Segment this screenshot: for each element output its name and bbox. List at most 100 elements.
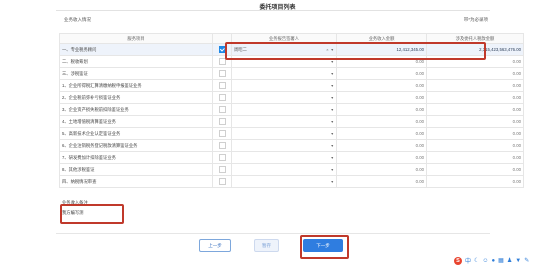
table-row: 三、涉税鉴证 ▼ 0.00 0.00 [59,67,524,80]
revenue-amount-input[interactable]: 0.00 [336,91,427,104]
row-checkbox[interactable] [218,142,226,149]
chevron-down-icon[interactable]: ▼ [331,96,334,100]
revenue-amount-input[interactable]: 0.00 [336,127,427,140]
service-item-name: 8、其他涉税鉴证 [59,163,213,176]
row-checkbox[interactable] [218,118,226,125]
select-controls: ▼ [331,143,334,148]
revenue-amount-input[interactable]: 0.00 [336,67,427,80]
report-signer-cell: ▼ [231,91,337,104]
chevron-down-icon[interactable]: ▼ [331,48,334,52]
tax-amount-input[interactable]: 0.00 [426,163,524,176]
table-row: 5、高新技术企业认定鉴证业务 ▼ 0.00 0.00 [59,127,524,140]
next-step-button[interactable]: 下一步 [303,239,343,252]
chinese-mode-icon[interactable]: 中 [465,256,471,265]
chevron-down-icon[interactable]: ▼ [331,132,334,136]
revenue-amount-input[interactable]: 0.00 [336,139,427,152]
select-controls: ▼ [331,95,334,100]
report-signer-select[interactable]: 周昭二 × ▼ [234,46,334,54]
revenue-amount-input[interactable]: 0.00 [336,163,427,176]
chevron-down-icon[interactable]: ▼ [331,156,334,160]
tax-amount-input[interactable]: 0.00 [426,79,524,92]
revenue-amount-input[interactable]: 0.00 [336,55,427,68]
report-signer-select[interactable]: ▼ [234,94,334,102]
service-item-name: 5、高新技术企业认定鉴证业务 [59,127,213,140]
report-signer-select[interactable]: ▼ [234,106,334,114]
report-signer-select[interactable]: ▼ [234,178,334,186]
mic-icon[interactable]: ● [492,258,496,264]
row-checkbox[interactable] [218,154,226,161]
chevron-down-icon[interactable]: ▼ [331,180,334,184]
required-note: 带*为必录项 [463,17,488,22]
row-checkbox[interactable] [218,70,226,77]
chevron-down-icon[interactable]: ▼ [331,72,334,76]
service-item-name: 2、企业税前弥补亏损鉴证业务 [59,91,213,104]
row-checkbox[interactable] [218,82,226,89]
select-controls: ▼ [331,179,334,184]
revenue-amount-input[interactable]: 12,412,345.00 [336,43,427,56]
header-revenue: 业务收入金额 [336,33,427,44]
smile-icon[interactable]: ☺ [482,258,488,264]
tax-amount-input[interactable]: 0.00 [426,175,524,188]
report-signer-select[interactable]: ▼ [234,130,334,138]
service-item-name: 7、研发费加计扣除鉴证业务 [59,151,213,164]
table-row: 8、其他涉税鉴证 ▼ 0.00 0.00 [59,163,524,176]
row-checkbox[interactable] [218,166,226,173]
tax-amount-input[interactable]: 2,315,423,563,476.00 [426,43,524,56]
service-item-name: 3、企业资产损失税前扣除鉴证业务 [59,103,213,116]
report-signer-select[interactable]: ▼ [234,58,334,66]
tax-amount-input[interactable]: 0.00 [426,151,524,164]
tax-amount-input[interactable]: 0.00 [426,67,524,80]
chevron-down-icon[interactable]: ▼ [331,84,334,88]
select-controls: ▼ [331,131,334,136]
report-signer-select[interactable]: ▼ [234,142,334,150]
tax-amount-input[interactable]: 0.00 [426,115,524,128]
report-signer-cell: ▼ [231,175,337,188]
chevron-down-icon[interactable]: ▼ [331,60,334,64]
chevron-down-icon[interactable]: ▼ [331,108,334,112]
revenue-amount-input[interactable]: 0.00 [336,115,427,128]
ime-toolbar[interactable]: S 中 ☾ ☺ ● ▦ ♟ ▼ ✎ [454,256,529,265]
revenue-amount-input[interactable]: 0.00 [336,175,427,188]
report-signer-value: 周昭二 [234,46,247,52]
report-signer-select[interactable]: ▼ [234,154,334,162]
chevron-down-icon[interactable]: ▼ [331,168,334,172]
report-signer-cell: ▼ [231,67,337,80]
select-controls: ▼ [331,71,334,76]
revenue-amount-input[interactable]: 0.00 [336,103,427,116]
shirt-icon[interactable]: ▼ [515,258,521,264]
row-checkbox[interactable] [218,46,226,53]
row-checkbox[interactable] [218,106,226,113]
report-signer-select[interactable]: ▼ [234,82,334,90]
tax-amount-input[interactable]: 0.00 [426,139,524,152]
tax-amount-input[interactable]: 0.00 [426,91,524,104]
keyboard-icon[interactable]: ▦ [498,257,504,264]
row-checkbox[interactable] [218,178,226,185]
sogou-logo-icon[interactable]: S [454,256,462,265]
report-signer-select[interactable]: ▼ [234,166,334,174]
table-row: 6、企业注销税务登记税款清算鉴证业务 ▼ 0.00 0.00 [59,139,524,152]
tax-amount-input[interactable]: 0.00 [426,55,524,68]
row-checkbox[interactable] [218,94,226,101]
tax-amount-input[interactable]: 0.00 [426,127,524,140]
revenue-amount-input[interactable]: 0.00 [336,79,427,92]
row-checkbox[interactable] [218,58,226,65]
report-signer-select[interactable]: ▼ [234,118,334,126]
chevron-down-icon[interactable]: ▼ [331,144,334,148]
service-item-name: 4、土地增值税清算鉴证业务 [59,115,213,128]
revenue-amount-input[interactable]: 0.00 [336,151,427,164]
moon-icon[interactable]: ☾ [474,257,479,264]
remarks-input[interactable] [62,209,114,217]
prev-step-button[interactable]: 上一步 [199,239,231,252]
row-select-cell [212,163,232,176]
save-draft-button[interactable]: 暂存 [254,239,279,252]
user-icon[interactable]: ♟ [507,257,512,264]
clear-icon[interactable]: × [326,47,328,52]
row-select-cell [212,127,232,140]
wrench-icon[interactable]: ✎ [524,257,529,264]
chevron-down-icon[interactable]: ▼ [331,120,334,124]
row-select-cell [212,115,232,128]
service-item-name: 一、专业税务顾问 [59,43,213,56]
row-checkbox[interactable] [218,130,226,137]
report-signer-select[interactable]: ▼ [234,70,334,78]
tax-amount-input[interactable]: 0.00 [426,103,524,116]
